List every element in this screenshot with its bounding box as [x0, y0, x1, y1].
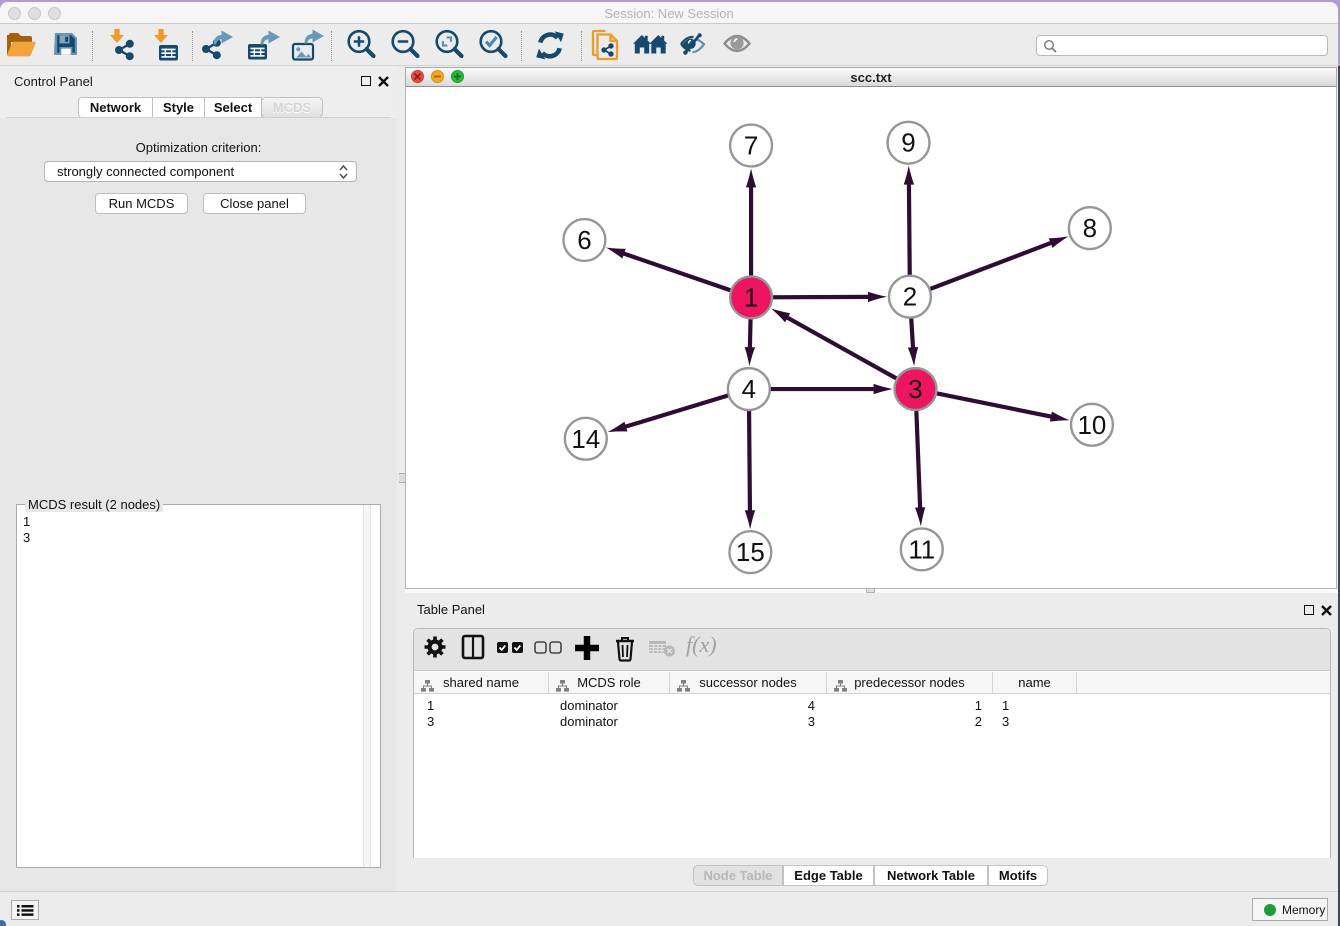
svg-text:14: 14	[571, 426, 600, 454]
svg-text:3: 3	[908, 376, 922, 404]
svg-text:2: 2	[903, 284, 917, 312]
svg-text:9: 9	[901, 130, 915, 158]
svg-text:8: 8	[1083, 215, 1097, 243]
svg-text:15: 15	[736, 539, 765, 567]
svg-text:4: 4	[742, 376, 756, 404]
svg-text:10: 10	[1077, 412, 1106, 440]
svg-text:1: 1	[744, 284, 758, 312]
svg-text:7: 7	[744, 132, 758, 160]
svg-text:11: 11	[908, 536, 935, 564]
svg-text:6: 6	[577, 227, 591, 255]
